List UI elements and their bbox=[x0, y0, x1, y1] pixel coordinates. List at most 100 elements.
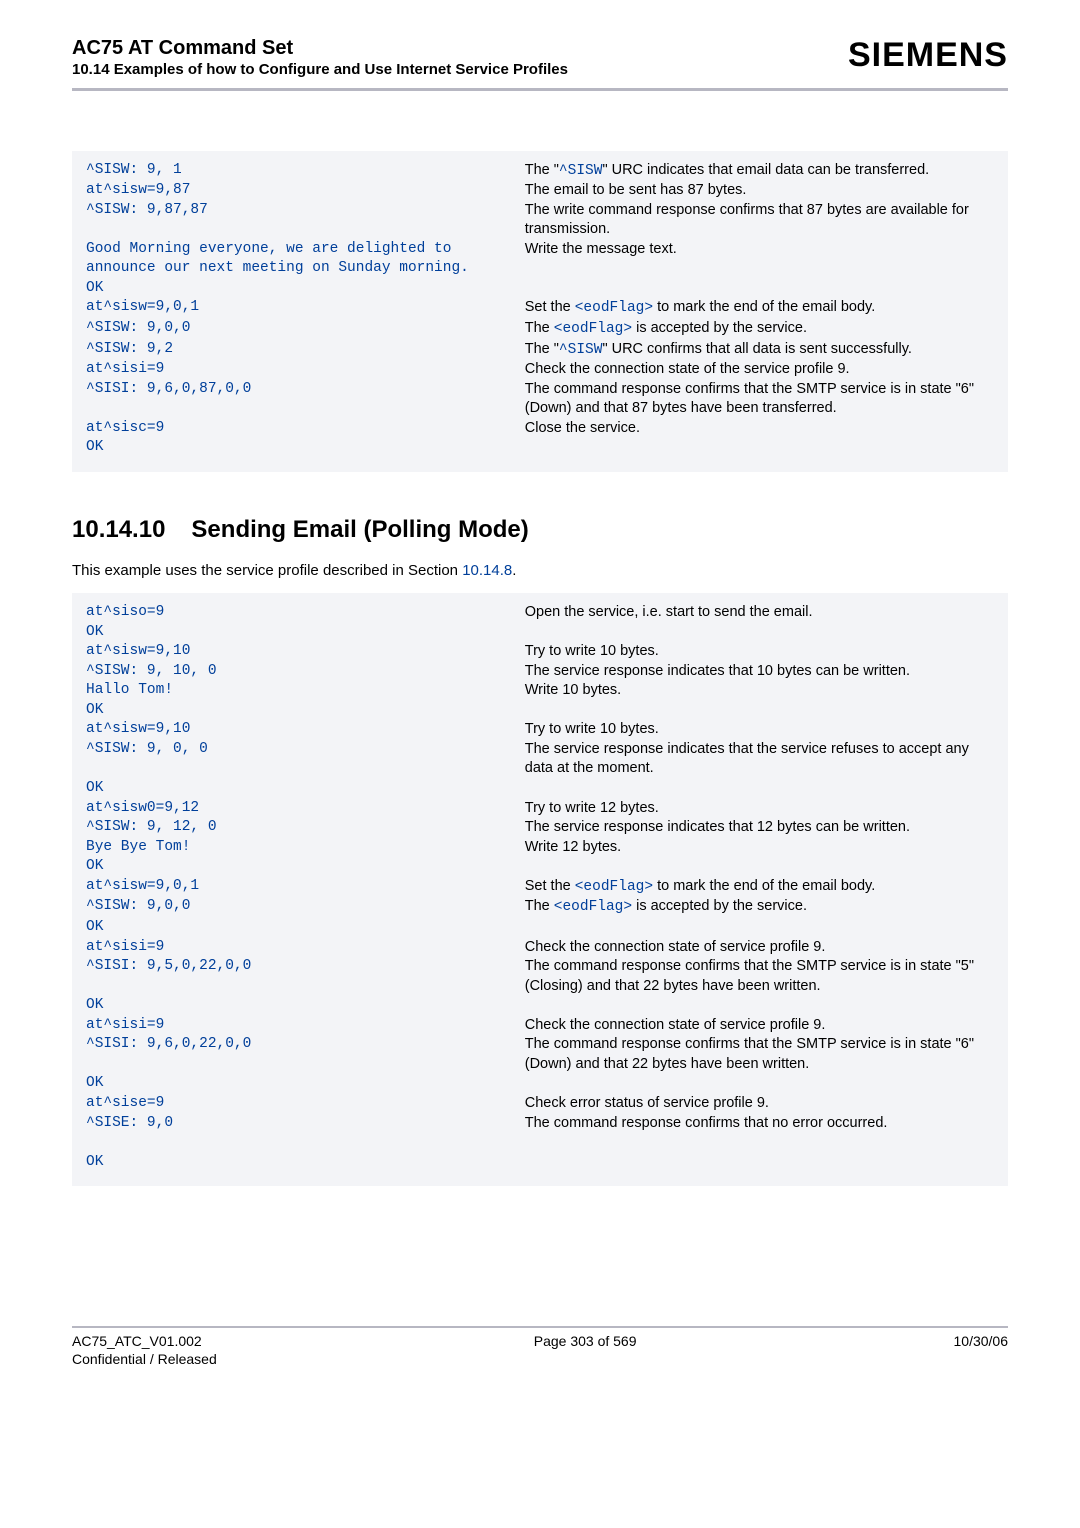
example-row bbox=[86, 1133, 994, 1153]
cmd-text: ^SISW: 9,0,0 bbox=[86, 319, 519, 339]
cmd-text: OK bbox=[86, 438, 519, 458]
cmd-text: at^sisw0=9,12 bbox=[86, 799, 519, 819]
example-row: OK bbox=[86, 918, 994, 938]
cmd-text: ^SISW: 9, 12, 0 bbox=[86, 818, 519, 838]
cmd-text: ^SISW: 9,2 bbox=[86, 340, 519, 360]
example-row: at^sisc=9 Close the service. bbox=[86, 419, 994, 439]
cmd-text: Good Morning everyone, we are delighted … bbox=[86, 240, 519, 279]
cmd-text: ^SISI: 9,6,0,87,0,0 bbox=[86, 380, 519, 400]
code-inline: <eodFlag> bbox=[575, 300, 653, 316]
doc-title: AC75 AT Command Set bbox=[72, 36, 568, 60]
code-inline: ^SISW bbox=[559, 342, 603, 358]
desc-text: Write 12 bytes. bbox=[519, 838, 994, 858]
example-row: at^sisw=9,0,1 Set the <eodFlag> to mark … bbox=[86, 877, 994, 898]
example-row: ^SISW: 9,2 The "^SISW" URC confirms that… bbox=[86, 340, 994, 361]
example-row: OK bbox=[86, 1074, 994, 1094]
desc-text: Set the <eodFlag> to mark the end of the… bbox=[519, 298, 994, 319]
example-block-1: ^SISW: 9, 1 The "^SISW" URC indicates th… bbox=[72, 151, 1008, 472]
section-number: 10.14.10 bbox=[72, 516, 165, 544]
section-title: Sending Email (Polling Mode) bbox=[191, 516, 528, 544]
cmd-text: ^SISW: 9, 0, 0 bbox=[86, 740, 519, 760]
example-row: ^SISI: 9,5,0,22,0,0The command response … bbox=[86, 957, 994, 996]
cmd-text: ^SISI: 9,5,0,22,0,0 bbox=[86, 957, 519, 977]
cmd-text: Hallo Tom! bbox=[86, 681, 519, 701]
code-inline: <eodFlag> bbox=[575, 879, 653, 895]
example-row: OK bbox=[86, 996, 994, 1016]
cmd-text: at^sisi=9 bbox=[86, 938, 519, 958]
desc-text: Check the connection state of the servic… bbox=[519, 360, 994, 380]
cmd-text: ^SISW: 9, 10, 0 bbox=[86, 662, 519, 682]
cmd-text: ^SISW: 9, 1 bbox=[86, 161, 519, 181]
cmd-text: OK bbox=[86, 996, 519, 1016]
desc-text: The service response indicates that 12 b… bbox=[519, 818, 994, 838]
example-row: ^SISW: 9, 1 The "^SISW" URC indicates th… bbox=[86, 161, 994, 182]
example-row: ^SISW: 9,0,0 The <eodFlag> is accepted b… bbox=[86, 319, 994, 340]
footer-doc-id: AC75_ATC_V01.002 bbox=[72, 1332, 217, 1350]
cmd-text: at^sisw=9,0,1 bbox=[86, 877, 519, 897]
desc-text: The service response indicates that 10 b… bbox=[519, 662, 994, 682]
desc-text: Try to write 10 bytes. bbox=[519, 720, 994, 740]
header-divider bbox=[72, 88, 1008, 91]
header-left: AC75 AT Command Set 10.14 Examples of ho… bbox=[72, 36, 568, 80]
example-row: ^SISI: 9,6,0,87,0,0 The command response… bbox=[86, 380, 994, 419]
cmd-text: OK bbox=[86, 701, 519, 721]
desc-text: The <eodFlag> is accepted by the service… bbox=[519, 897, 994, 918]
cmd-text: at^sisi=9 bbox=[86, 360, 519, 380]
footer-left: AC75_ATC_V01.002 Confidential / Released bbox=[72, 1332, 217, 1368]
cmd-text: OK bbox=[86, 918, 519, 938]
footer-divider bbox=[72, 1326, 1008, 1328]
example-row: Bye Bye Tom!Write 12 bytes. bbox=[86, 838, 994, 858]
example-row: OK bbox=[86, 701, 994, 721]
cmd-text: at^sisw=9,10 bbox=[86, 720, 519, 740]
example-row: at^sisw=9,10Try to write 10 bytes. bbox=[86, 642, 994, 662]
footer-date: 10/30/06 bbox=[954, 1332, 1009, 1368]
example-row: ^SISW: 9, 10, 0The service response indi… bbox=[86, 662, 994, 682]
cmd-text: ^SISI: 9,6,0,22,0,0 bbox=[86, 1035, 519, 1055]
example-row: at^sisi=9 Check the connection state of … bbox=[86, 360, 994, 380]
example-row: OK bbox=[86, 1153, 994, 1173]
desc-text: Write the message text. bbox=[519, 240, 994, 260]
example-row: at^sisw=9,0,1 Set the <eodFlag> to mark … bbox=[86, 298, 994, 319]
example-row: at^sisw0=9,12Try to write 12 bytes. bbox=[86, 799, 994, 819]
doc-subtitle: 10.14 Examples of how to Configure and U… bbox=[72, 60, 568, 80]
example-row: at^sisw=9,10Try to write 10 bytes. bbox=[86, 720, 994, 740]
cmd-text: at^sisw=9,10 bbox=[86, 642, 519, 662]
cmd-text bbox=[86, 1133, 519, 1153]
desc-text: The write command response confirms that… bbox=[519, 201, 994, 240]
example-row: Hallo Tom!Write 10 bytes. bbox=[86, 681, 994, 701]
code-inline: <eodFlag> bbox=[554, 899, 632, 915]
desc-text: The "^SISW" URC confirms that all data i… bbox=[519, 340, 994, 361]
desc-text: The service response indicates that the … bbox=[519, 740, 994, 779]
cmd-text: OK bbox=[86, 623, 519, 643]
desc-text: The command response confirms that the S… bbox=[519, 957, 994, 996]
desc-text: The command response confirms that no er… bbox=[519, 1114, 994, 1134]
example-row: ^SISW: 9,0,0 The <eodFlag> is accepted b… bbox=[86, 897, 994, 918]
example-block-2: at^siso=9Open the service, i.e. start to… bbox=[72, 593, 1008, 1186]
code-inline: ^SISW bbox=[559, 163, 603, 179]
cmd-text: OK bbox=[86, 1074, 519, 1094]
cmd-text: OK bbox=[86, 279, 519, 299]
cmd-text: at^sisi=9 bbox=[86, 1016, 519, 1036]
cmd-text: OK bbox=[86, 779, 519, 799]
desc-text: The email to be sent has 87 bytes. bbox=[519, 181, 994, 201]
section-link[interactable]: 10.14.8 bbox=[462, 562, 512, 579]
desc-text: The <eodFlag> is accepted by the service… bbox=[519, 319, 994, 340]
cmd-text: OK bbox=[86, 857, 519, 877]
example-row: at^siso=9Open the service, i.e. start to… bbox=[86, 603, 994, 623]
cmd-text: at^sisw=9,87 bbox=[86, 181, 519, 201]
example-row: OK bbox=[86, 623, 994, 643]
example-row: OK bbox=[86, 438, 994, 458]
example-row: ^SISE: 9,0The command response confirms … bbox=[86, 1114, 994, 1134]
section-intro: This example uses the service profile de… bbox=[72, 562, 1008, 579]
footer-confidentiality: Confidential / Released bbox=[72, 1350, 217, 1368]
cmd-text: at^sise=9 bbox=[86, 1094, 519, 1114]
page-footer: AC75_ATC_V01.002 Confidential / Released… bbox=[72, 1332, 1008, 1368]
section-heading: 10.14.10 Sending Email (Polling Mode) bbox=[72, 516, 1008, 544]
code-inline: <eodFlag> bbox=[554, 321, 632, 337]
desc-text: Close the service. bbox=[519, 419, 994, 439]
example-row: at^sisw=9,87 The email to be sent has 87… bbox=[86, 181, 994, 201]
cmd-text: at^siso=9 bbox=[86, 603, 519, 623]
cmd-text: ^SISE: 9,0 bbox=[86, 1114, 519, 1134]
cmd-text: at^sisw=9,0,1 bbox=[86, 298, 519, 318]
example-row: ^SISW: 9, 12, 0The service response indi… bbox=[86, 818, 994, 838]
